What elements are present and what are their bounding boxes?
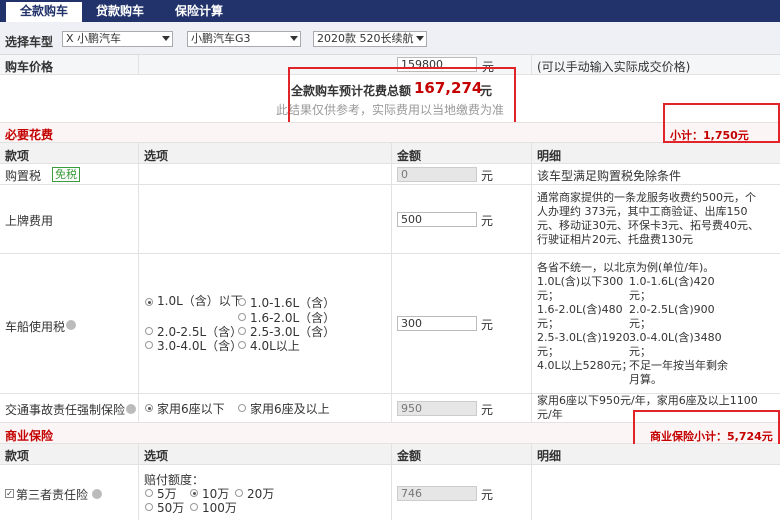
header-item: 款项 [5, 449, 30, 463]
option-label: 100万 [202, 501, 237, 515]
purchase-tax-input: 0 [397, 167, 477, 182]
vehicle-tax-input[interactable]: 300 [397, 316, 477, 331]
compulsory-label: 交通事故责任强制保险 [5, 403, 126, 417]
table-header [0, 444, 780, 465]
detail-line: 2.0-2.5L(含)900 [629, 303, 715, 316]
vehicle-tax-label: 车船使用税 [5, 320, 66, 334]
vehicle-tax-unit: 元 [481, 318, 494, 332]
detail-line: 元； [629, 317, 651, 330]
detail-line: 行驶证相片20元、托盘费130元 [537, 233, 693, 246]
table-row [0, 465, 780, 520]
vehicle-tax-detail-right: 1.0-1.6L(含)420 元； 2.0-2.5L(含)900 元； 3.0-… [629, 275, 728, 387]
tab-bar: 全款购车 贷款购车 保险计算 [0, 0, 780, 22]
header-item: 款项 [5, 149, 30, 163]
radio-option[interactable] [235, 489, 243, 497]
detail-line: 元； [629, 289, 651, 302]
detail-line: 元； [629, 345, 651, 358]
radio-option[interactable] [145, 298, 153, 306]
tab-full-payment[interactable]: 全款购车 [6, 0, 82, 22]
purchase-tax-detail: 该车型满足购置税免除条件 [537, 169, 682, 183]
radio-option[interactable] [145, 341, 153, 349]
brand-value: X 小鹏汽车 [66, 32, 122, 45]
radio-option[interactable] [190, 489, 198, 497]
registration-label: 上牌费用 [5, 214, 54, 228]
compulsory-unit: 元 [481, 403, 494, 417]
price-label: 购车价格 [5, 60, 54, 74]
third-party-unit: 元 [481, 488, 494, 502]
model-value: 小鹏汽车G3 [191, 32, 251, 45]
brand-select[interactable]: X 小鹏汽车 [62, 31, 173, 47]
option-label: 1.0L（含）以下 [157, 294, 243, 308]
radio-option[interactable] [238, 327, 246, 335]
radio-option[interactable] [238, 341, 246, 349]
purchase-tax-unit: 元 [481, 169, 494, 183]
third-party-label: 第三者责任险 [16, 488, 89, 502]
detail-line: 元、移动证30元、环保卡3元、拓号费40元、 [537, 219, 759, 232]
third-party-input: 746 [397, 486, 477, 501]
detail-line: 月算。 [629, 373, 662, 386]
header-option: 选项 [144, 449, 169, 463]
option-label: 家用6座及以上 [250, 402, 330, 416]
chevron-down-icon [416, 36, 424, 41]
detail-line: 通常商家提供的一条龙服务收费约500元，个 [537, 191, 756, 204]
registration-detail: 通常商家提供的一条龙服务收费约500元，个 人办理约 373元，其中工商验证、出… [537, 191, 759, 247]
option-label: 50万 [157, 501, 185, 515]
info-icon[interactable] [66, 320, 76, 330]
info-icon[interactable] [92, 489, 102, 499]
radio-option[interactable] [238, 404, 246, 412]
chevron-down-icon [162, 36, 170, 41]
radio-option[interactable] [145, 404, 153, 412]
option-label: 3.0-4.0L（含） [157, 339, 243, 353]
tab-loan[interactable]: 贷款购车 [96, 0, 144, 22]
version-value: 2020款 520长续航 [317, 32, 414, 45]
option-label: 4.0L以上 [250, 339, 300, 353]
header-detail: 明细 [537, 449, 562, 463]
model-selector-row: 选择车型 X 小鹏汽车 小鹏汽车G3 2020款 520长续航 [0, 22, 780, 55]
registration-unit: 元 [481, 214, 494, 228]
version-select[interactable]: 2020款 520长续航 [313, 31, 427, 47]
info-icon[interactable] [126, 404, 136, 414]
detail-line: 不足一年按当年剩余 [629, 359, 728, 372]
detail-line: 1.0-1.6L(含)420 [629, 275, 715, 288]
header-detail: 明细 [537, 149, 562, 163]
radio-option[interactable] [238, 298, 246, 306]
price-note: (可以手动输入实际成交价格) [537, 60, 691, 74]
header-amount: 金额 [397, 149, 422, 163]
purchase-tax-label: 购置税 [5, 169, 42, 183]
checkbox-checked-icon[interactable]: ✓ [5, 489, 14, 498]
detail-line: 3.0-4.0L(含)3480 [629, 331, 722, 344]
radio-option[interactable] [190, 503, 198, 511]
selector-label: 选择车型 [5, 35, 54, 49]
radio-option[interactable] [145, 489, 153, 497]
tax-free-badge: 免税 [52, 167, 80, 182]
detail-line: 人办理约 373元，其中工商验证、出库150 [537, 205, 748, 218]
header-amount: 金额 [397, 449, 422, 463]
chevron-down-icon [290, 36, 298, 41]
radio-option[interactable] [238, 313, 246, 321]
radio-option[interactable] [145, 327, 153, 335]
option-label: 20万 [247, 487, 275, 501]
option-label: 家用6座以下 [157, 402, 225, 416]
tab-insurance[interactable]: 保险计算 [175, 0, 223, 22]
detail-line: 家用6座以下950元/年，家用6座及以上1100 [537, 394, 758, 407]
commercial-title: 商业保险 [5, 429, 54, 443]
header-option: 选项 [144, 149, 169, 163]
radio-option[interactable] [145, 503, 153, 511]
divider [531, 55, 532, 75]
required-title: 必要花费 [5, 128, 54, 142]
compulsory-input: 950 [397, 401, 477, 416]
registration-input[interactable]: 500 [397, 212, 477, 227]
table-header [0, 143, 780, 164]
detail-line: 各省不统一，以北京为例(单位/年)。 [537, 261, 715, 274]
required-subtotal-box [663, 103, 780, 143]
model-select[interactable]: 小鹏汽车G3 [187, 31, 301, 47]
divider [138, 55, 139, 75]
